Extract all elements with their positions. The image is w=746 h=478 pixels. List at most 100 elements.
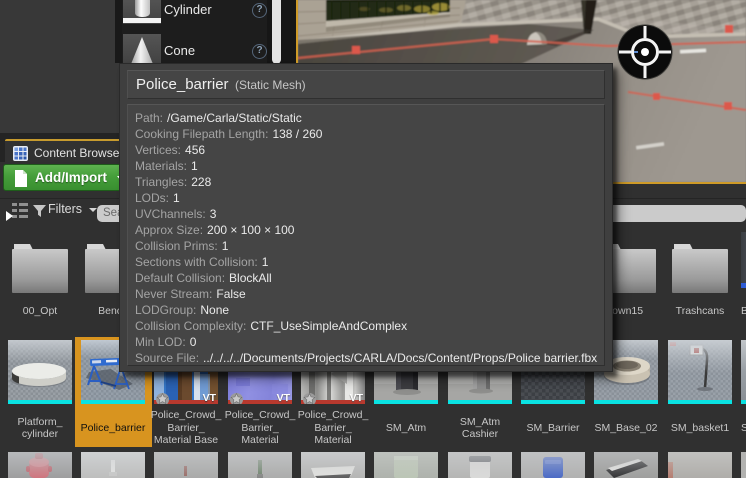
asset-label[interactable]: Platform_ cylinder [3,407,77,449]
virtual-texture-badge: VT [202,392,216,404]
thumbnail-haze [301,452,365,478]
tooltip-asset-type: (Static Mesh) [235,78,306,92]
asset-label[interactable]: Police_Crowd_ Barrier_ Material [223,407,297,449]
asset-label[interactable]: Police_Crowd_ Barrier_ Material Base [149,407,223,449]
tooltip-detail-row: Cooking Filepath Length: 138 / 260 [135,127,323,141]
tooltip-header: Police_barrier (Static Mesh) [127,70,605,99]
place-panel-scroll-track [267,0,296,63]
asset-tile[interactable] [228,452,292,478]
help-question-icon[interactable]: ? [252,3,267,18]
filter-funnel-icon[interactable] [33,205,46,217]
asset-tile[interactable] [594,452,658,478]
cylinder-shape-thumbnail[interactable] [123,0,161,24]
unreal-editor-screenshot: Cylinder ? Cone ? Content Browser Add/Im… [0,0,746,478]
asset-label[interactable]: Police_Crowd_ Barrier_ Material [296,407,370,449]
place-panel-scrollbar[interactable] [272,0,281,63]
folder-icon [672,244,728,293]
asset-label[interactable]: SM_Barrier [516,407,590,449]
tooltip-details: Path:/Game/Carla/Static/Static Cooking F… [127,104,605,366]
thumbnail-haze [521,452,585,478]
asset-tile[interactable] [668,452,732,478]
asset-tile[interactable] [8,340,72,404]
asset-thumbnail [228,452,292,478]
folder-item[interactable] [668,242,732,294]
cone-shape-thumbnail[interactable] [123,34,161,63]
tooltip-detail-row: Materials: 1 [135,159,198,173]
asset-tile[interactable] [154,452,218,478]
thumbnail-haze [668,340,732,400]
tooltip-detail-row: LODs: 1 [135,191,180,205]
static-mesh-color-strip [8,400,72,404]
static-mesh-color-strip [521,400,585,404]
engine-content-star-icon [303,392,316,404]
asset-tile[interactable] [301,452,365,478]
thumbnail-haze [81,452,145,478]
content-browser-tab-label: Content Browser [34,146,124,160]
thumbnail-haze [374,452,438,478]
asset-label-selected[interactable]: Police_barrier [76,407,150,449]
folder-item[interactable] [8,242,72,294]
crosshair-gizmo [616,23,674,81]
tooltip-detail-row: Min LOD: 0 [135,335,197,349]
thumbnail-haze [8,452,72,478]
asset-tile[interactable] [741,452,746,478]
asset-thumbnail [741,452,746,478]
static-mesh-color-strip [81,400,145,404]
asset-tooltip: Police_barrier (Static Mesh) Path:/Game/… [119,63,613,372]
place-item-cone[interactable]: Cone [164,43,195,58]
asset-label[interactable]: SM_Atm [369,407,443,449]
asset-thumbnail [741,232,746,283]
tooltip-detail-row: UVChannels: 3 [135,207,217,221]
place-item-cylinder[interactable]: Cylinder [164,2,212,17]
asset-tile[interactable] [741,340,746,404]
folder-label[interactable]: 00_Opt [3,305,77,317]
tooltip-detail-row: Triangles: 228 [135,175,212,189]
tooltip-detail-row: Sections with Collision: 1 [135,255,269,269]
blueprint-color-strip [741,283,746,288]
engine-content-star-icon [230,392,243,404]
tooltip-detail-row: Path:/Game/Carla/Static/Static [135,111,302,125]
static-mesh-color-strip [668,400,732,404]
engine-content-star-icon [156,392,169,404]
tooltip-detail-row: Collision Complexity: CTF_UseSimpleAndCom… [135,319,408,333]
asset-label[interactable]: SM_Atm Cashier [443,407,517,449]
content-browser-icon [13,146,28,161]
asset-thumbnail [8,452,72,478]
folder-label[interactable]: Trashcans [663,305,737,317]
place-actors-panel: Cylinder ? Cone ? [122,0,296,63]
tooltip-detail-row: Collision Prims: 1 [135,239,229,253]
static-mesh-color-strip [594,400,658,404]
chevron-down-icon[interactable] [89,208,97,212]
asset-label[interactable]: SM_Base_02 [589,407,663,449]
asset-tile[interactable] [448,452,512,478]
asset-tile[interactable] [668,340,732,404]
toggle-sources-panel-button[interactable] [6,202,28,222]
asset-thumbnail [668,452,732,478]
folder-icon [12,244,68,293]
left-empty-panel [0,0,119,133]
thumbnail-haze [448,452,512,478]
asset-tile[interactable] [521,452,585,478]
static-mesh-color-strip [374,400,438,404]
tooltip-detail-row: Source File: ../../../../Documents/Projec… [135,351,598,365]
asset-label[interactable]: S [741,407,746,449]
asset-tile[interactable] [374,452,438,478]
asset-tile[interactable] [81,452,145,478]
asset-tile[interactable] [8,452,72,478]
thumbnail-haze [228,452,292,478]
filters-button[interactable]: Filters [48,202,82,216]
add-import-label: Add/Import [35,170,107,185]
tooltip-asset-name: Police_barrier [136,76,229,93]
thumbnail-haze [8,340,72,400]
asset-thumbnail [448,452,512,478]
asset-label[interactable]: SM_basket1 [663,407,737,449]
help-question-icon[interactable]: ? [252,44,267,59]
panel-divider [115,0,122,63]
expand-sources-arrow-icon [6,211,13,221]
asset-label[interactable]: B [741,305,746,317]
thumbnail-haze [594,452,658,478]
add-import-button[interactable]: Add/Import [3,164,134,191]
asset-tile[interactable] [741,232,746,288]
asset-thumbnail [374,452,438,478]
cylinder-thumbnail-floor [123,18,161,23]
